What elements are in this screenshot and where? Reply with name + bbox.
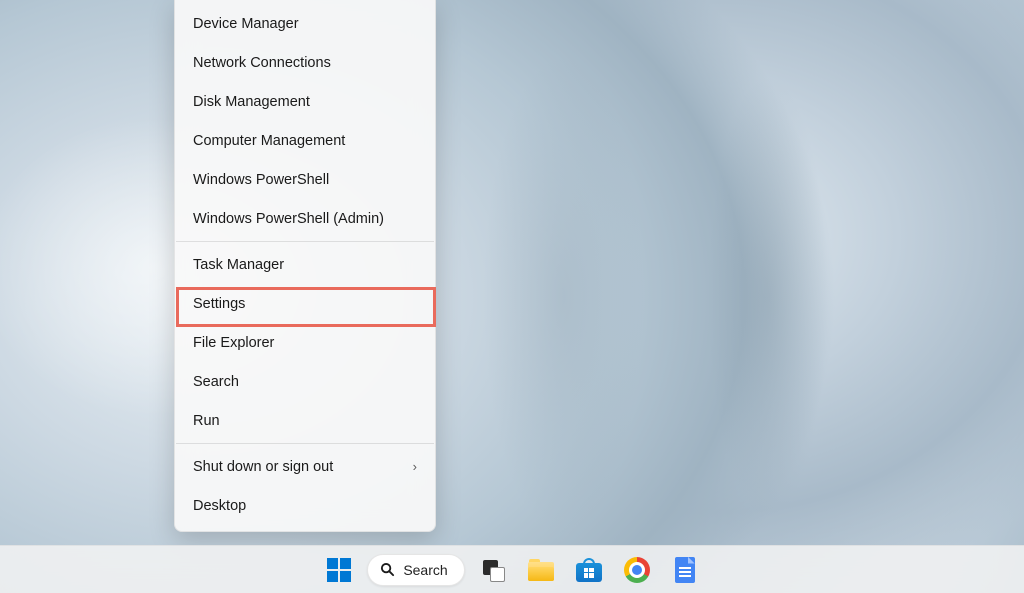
menu-separator: [176, 241, 434, 242]
file-explorer-button[interactable]: [521, 550, 561, 590]
taskbar: Search: [0, 545, 1024, 593]
windows-logo-icon: [327, 558, 351, 582]
menu-item-computer-management[interactable]: Computer Management: [175, 121, 435, 160]
menu-item-desktop[interactable]: Desktop: [175, 486, 435, 525]
winx-context-menu: Device Manager Network Connections Disk …: [174, 0, 436, 532]
menu-item-shut-down-sign-out[interactable]: Shut down or sign out ›: [175, 447, 435, 486]
chevron-right-icon: ›: [413, 459, 417, 474]
menu-item-windows-powershell-admin[interactable]: Windows PowerShell (Admin): [175, 199, 435, 238]
task-view-button[interactable]: [473, 550, 513, 590]
chrome-icon: [624, 557, 650, 583]
menu-item-windows-powershell[interactable]: Windows PowerShell: [175, 160, 435, 199]
menu-item-device-manager[interactable]: Device Manager: [175, 4, 435, 43]
menu-item-run[interactable]: Run: [175, 401, 435, 440]
desktop-wallpaper: [0, 0, 1024, 593]
menu-item-file-explorer[interactable]: File Explorer: [175, 323, 435, 362]
start-button[interactable]: [319, 550, 359, 590]
search-icon: [380, 562, 395, 577]
google-docs-button[interactable]: [665, 550, 705, 590]
folder-icon: [528, 559, 554, 581]
taskbar-search-button[interactable]: Search: [367, 554, 464, 586]
microsoft-store-button[interactable]: [569, 550, 609, 590]
menu-separator: [176, 443, 434, 444]
chrome-button[interactable]: [617, 550, 657, 590]
menu-item-search[interactable]: Search: [175, 362, 435, 401]
store-icon: [576, 558, 602, 582]
task-view-icon: [481, 558, 505, 582]
menu-item-network-connections[interactable]: Network Connections: [175, 43, 435, 82]
menu-item-task-manager[interactable]: Task Manager: [175, 245, 435, 284]
menu-item-disk-management[interactable]: Disk Management: [175, 82, 435, 121]
search-label: Search: [403, 562, 447, 578]
menu-item-settings[interactable]: Settings: [175, 284, 435, 323]
docs-icon: [675, 557, 695, 583]
